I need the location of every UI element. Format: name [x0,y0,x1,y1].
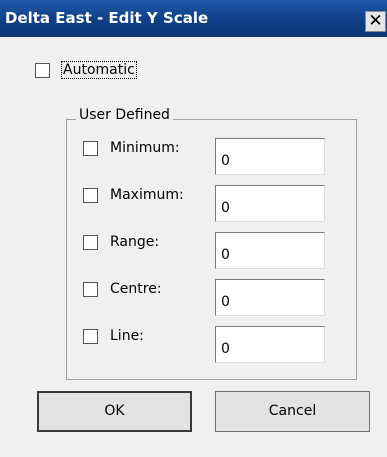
cancel-button-label: Cancel [268,403,317,419]
line-label: Line: [110,328,144,344]
centre-label: Centre: [110,281,162,297]
range-label: Range: [110,234,160,250]
close-icon: ✕ [368,11,383,31]
automatic-checkbox[interactable] [35,63,50,78]
title-bar: Delta East - Edit Y Scale ✕ [0,0,387,37]
minimum-checkbox[interactable] [83,141,98,156]
maximum-label: Maximum: [110,187,184,203]
cancel-button[interactable]: Cancel [215,391,370,432]
range-input[interactable] [215,232,325,269]
line-checkbox[interactable] [83,329,98,344]
minimum-label: Minimum: [110,140,180,156]
ok-button[interactable]: OK [37,391,192,432]
maximum-input[interactable] [215,185,325,222]
centre-input[interactable] [215,279,325,316]
centre-checkbox[interactable] [83,282,98,297]
range-checkbox[interactable] [83,235,98,250]
automatic-label-text: Automatic [61,61,137,79]
window-title: Delta East - Edit Y Scale [5,9,209,27]
close-button[interactable]: ✕ [365,11,386,32]
line-input[interactable] [215,326,325,363]
ok-button-label: OK [104,403,125,419]
minimum-input[interactable] [215,138,325,175]
automatic-label[interactable]: Automatic [61,61,137,79]
maximum-checkbox[interactable] [83,188,98,203]
user-defined-title: User Defined [76,106,173,124]
